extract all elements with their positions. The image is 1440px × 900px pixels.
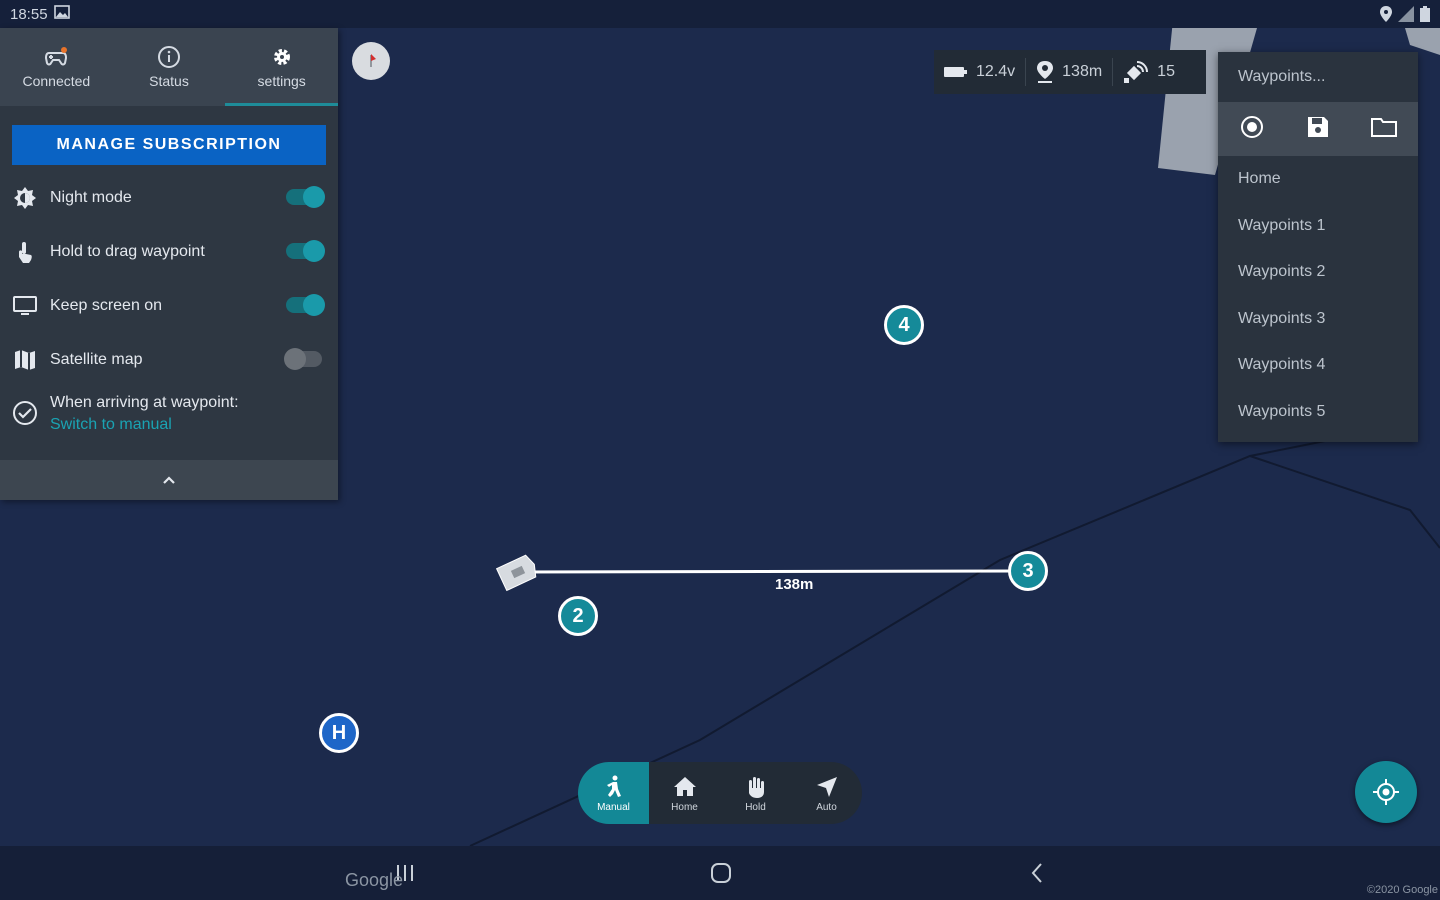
waypoint-marker-2[interactable]: 2 [558,596,598,636]
waypoint-marker-3[interactable]: 3 [1008,551,1048,591]
location-pin-icon [1037,61,1054,83]
keep-screen-row[interactable]: Keep screen on [0,286,338,326]
waypoint-list-item[interactable]: Home [1218,156,1418,203]
crosshair-icon [1373,779,1399,805]
home-nav-button[interactable] [706,860,736,886]
tab-status[interactable]: Status [113,28,226,106]
distance-readout: 138m [1026,58,1114,86]
settings-panel: Connected Status settings MANAGE SUBSCRI… [0,28,338,500]
back-nav-button[interactable] [1022,860,1052,886]
info-icon [158,46,180,68]
waypoint-list-item[interactable]: Waypoints 3 [1218,296,1418,343]
location-status-icon [1380,6,1392,26]
mode-manual-button[interactable]: Manual [578,762,649,824]
image-icon [53,5,70,23]
hold-drag-row[interactable]: Hold to drag waypoint [0,232,338,272]
collapse-panel-button[interactable] [0,460,338,500]
home-circle-icon [711,863,731,883]
waypoints-menu-header[interactable]: Waypoints... [1218,52,1418,102]
walking-icon [606,775,621,797]
mode-label: Manual [597,801,630,813]
add-circle-icon [1240,115,1263,138]
hold-drag-toggle[interactable] [286,240,325,262]
keep-screen-toggle[interactable] [286,294,325,316]
check-circle-icon [12,400,38,426]
map-copyright: ©2020 Google [1366,884,1438,896]
telemetry-bar: 12.4v 138m 15 [934,50,1206,94]
battery-icon [944,67,967,77]
distance-value: 138m [1062,63,1103,80]
night-mode-label: Night mode [50,189,132,206]
mode-label: Hold [745,801,766,813]
mode-label: Auto [816,801,837,813]
folder-icon [1371,117,1398,137]
navigation-arrow-icon [816,776,837,797]
signal-status-icon [1398,6,1414,26]
battery-status-icon [1420,6,1430,26]
status-bar: 18:55 [0,0,1440,28]
touch-hand-icon [12,239,38,265]
battery-value: 12.4v [976,63,1016,80]
rover-icon [495,554,537,592]
waypoints-menu: Waypoints... Home Waypoints 1 Waypoints … [1218,52,1418,442]
waypoint-list-item[interactable]: Waypoints 5 [1218,389,1418,436]
hand-icon [748,776,764,798]
arrive-action-row[interactable]: When arriving at waypoint: Switch to man… [0,390,338,446]
back-chevron-icon [1031,863,1042,883]
satellite-map-row[interactable]: Satellite map [0,340,338,380]
mode-home-button[interactable]: Home [649,762,720,824]
keep-screen-label: Keep screen on [50,297,163,314]
brightness-icon [12,185,38,211]
waypoint-list-item[interactable]: Waypoints 4 [1218,342,1418,389]
gamepad-icon [45,47,68,66]
system-nav-bar [0,846,1440,900]
tab-label: Connected [22,73,91,89]
panel-tabs: Connected Status settings [0,28,338,106]
satellite-map-label: Satellite map [50,351,143,368]
status-time: 18:55 [10,5,48,23]
compass-button[interactable] [352,42,390,80]
waypoint-list-item[interactable]: Waypoints 2 [1218,249,1418,296]
chevron-up-icon [163,476,175,484]
compass-icon [370,54,376,67]
my-location-button[interactable] [1355,761,1417,823]
arrive-value[interactable]: Switch to manual [50,416,239,434]
night-mode-row[interactable]: Night mode [0,178,338,218]
save-icon [1307,116,1328,137]
add-waypoint-button[interactable] [1239,114,1265,145]
satellite-value: 15 [1157,63,1175,80]
google-attribution: Google [345,870,404,890]
mode-hold-button[interactable]: Hold [720,762,791,824]
satellite-icon [1124,61,1149,83]
tab-settings[interactable]: settings [225,28,338,106]
home-marker[interactable]: H [319,713,359,753]
mode-auto-button[interactable]: Auto [791,762,862,824]
satellite-readout: 15 [1113,58,1185,86]
manage-subscription-button[interactable]: MANAGE SUBSCRIPTION [12,125,326,165]
save-waypoints-button[interactable] [1306,115,1330,144]
tab-label: settings [257,73,306,89]
drive-mode-bar: Manual Home Hold Auto [578,762,862,824]
open-waypoints-button[interactable] [1371,116,1398,143]
home-icon [673,776,696,796]
gear-icon [273,49,290,65]
arrive-label: When arriving at waypoint: [50,394,239,411]
hold-drag-label: Hold to drag waypoint [50,243,205,260]
monitor-icon [12,293,38,319]
satellite-map-toggle[interactable] [284,348,322,370]
waypoint-list-item[interactable]: Waypoints 1 [1218,203,1418,250]
segment-distance-label: 138m [775,576,814,593]
waypoints-toolbar [1218,102,1418,156]
tab-connected[interactable]: Connected [0,28,113,106]
mode-label: Home [671,801,698,813]
waypoint-marker-4[interactable]: 4 [884,305,924,345]
battery-readout: 12.4v [934,58,1027,86]
map-icon [12,347,38,373]
night-mode-toggle[interactable] [286,186,325,208]
tab-label: Status [149,73,189,89]
